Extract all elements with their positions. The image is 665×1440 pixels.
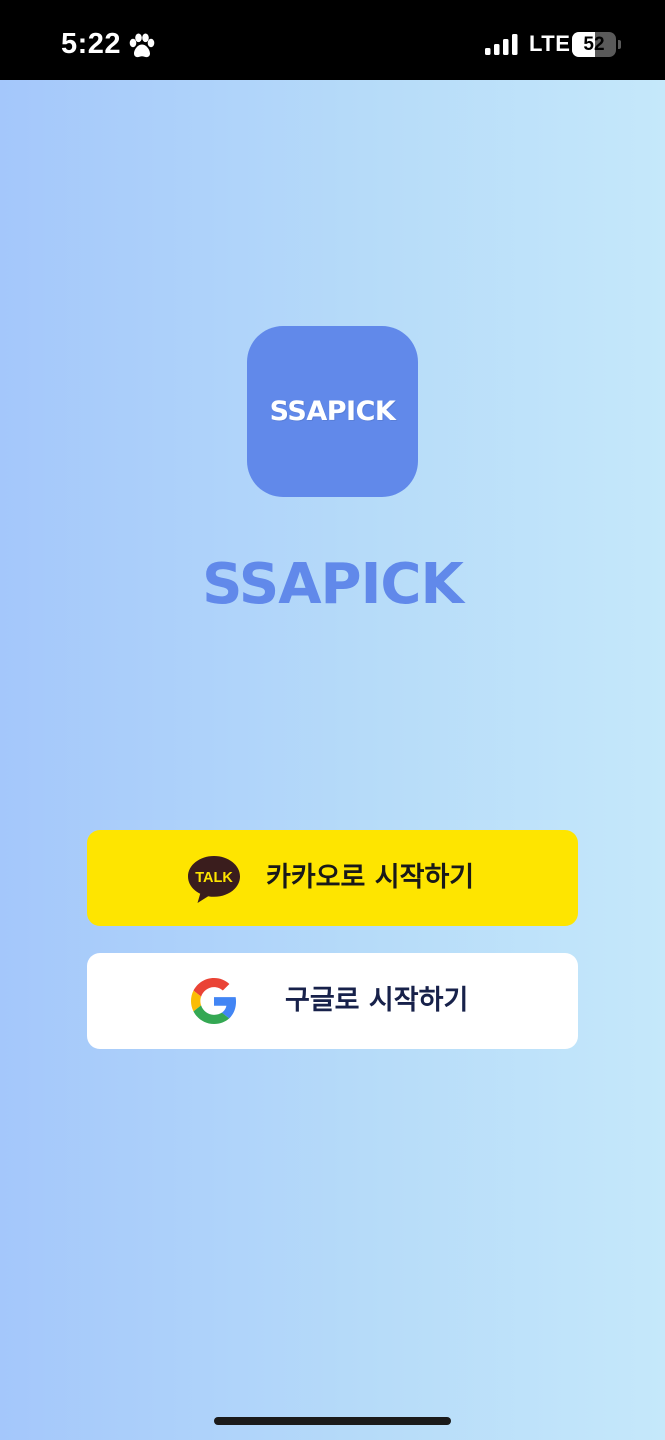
kakao-talk-text: TALK [195,870,233,886]
status-bar: 5:22 LTE 52 [0,0,665,80]
battery-cap [618,40,621,49]
login-screen: SSAPICK SSAPICK TALK 카카오로 시작하기 구글로 시작하기 [0,80,665,1440]
google-login-button[interactable]: 구글로 시작하기 [87,953,578,1049]
network-label: LTE [529,31,571,56]
home-indicator[interactable] [214,1417,451,1425]
kakao-login-label: 카카오로 시작하기 [266,862,475,893]
app-logo: SSAPICK [247,326,418,497]
battery-icon: 52 [572,32,622,57]
battery-body: 52 [572,32,616,57]
app-title: SSAPICK [202,552,464,617]
paw-icon [129,33,155,58]
google-icon [191,978,237,1024]
kakao-talk-icon: TALK [188,856,240,903]
signal-icon [485,34,518,55]
kakao-login-button[interactable]: TALK 카카오로 시작하기 [87,830,578,926]
status-time: 5:22 [61,28,122,60]
app-logo-label: SSAPICK [269,396,396,427]
google-login-label: 구글로 시작하기 [285,985,469,1016]
battery-level: 52 [583,34,605,55]
